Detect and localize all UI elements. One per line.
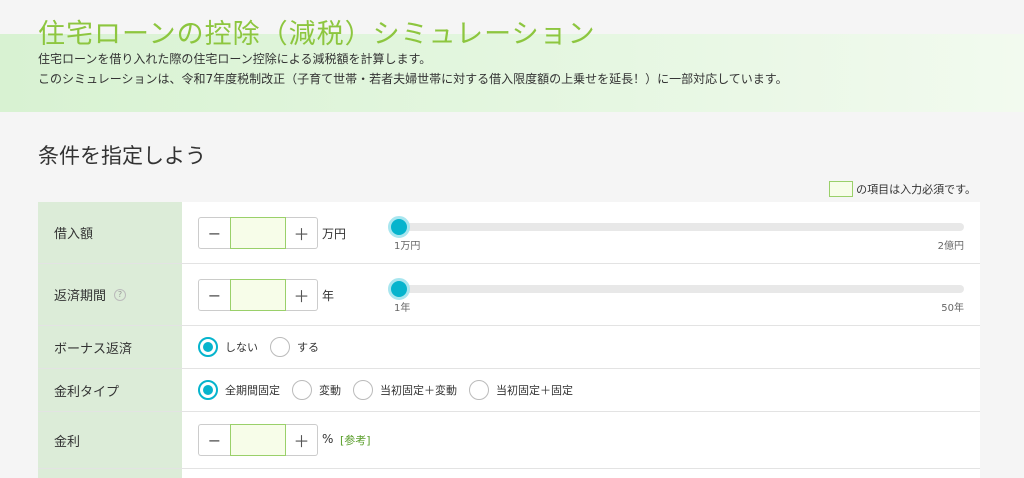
rate-type-option-initial-fixed-variable[interactable]: 当初固定＋変動 xyxy=(353,380,457,400)
loan-term-unit: 年 xyxy=(322,289,335,303)
rate-type-option-variable[interactable]: 変動 xyxy=(292,380,341,400)
interest-rate-unit: % xyxy=(322,432,334,446)
page-subtitle-2: このシミュレーションは、令和7年度税制改正（子育て世帯・若者夫婦世帯に対する借入… xyxy=(38,72,788,86)
radio-unchecked-icon[interactable] xyxy=(270,337,290,357)
bonus-radio-group: しない する xyxy=(198,337,331,357)
loan-amount-slider-knob[interactable] xyxy=(388,216,410,238)
rate-type-option-initial-fixed-fixed[interactable]: 当初固定＋固定 xyxy=(469,380,573,400)
loan-term-label: 返済期間 ? xyxy=(38,264,182,325)
bonus-option-none[interactable]: しない xyxy=(198,337,258,357)
loan-amount-slider-min: 1万円 xyxy=(394,241,421,252)
loan-term-stepper: − ＋ xyxy=(198,279,318,311)
radio-unchecked-icon[interactable] xyxy=(353,380,373,400)
radio-checked-icon[interactable] xyxy=(198,380,218,400)
interest-rate-label: 金利 xyxy=(38,412,182,468)
rate-type-label: 金利タイプ xyxy=(38,369,182,411)
loan-term-minus-button[interactable]: − xyxy=(198,279,230,311)
row-bonus: ボーナス返済 しない する xyxy=(38,326,980,369)
required-swatch xyxy=(829,181,854,197)
loan-amount-unit: 万円 xyxy=(322,227,347,241)
rate-type-radio-group: 全期間固定 変動 当初固定＋変動 当初固定＋固定 xyxy=(198,380,585,400)
row-next-partial xyxy=(38,469,980,478)
loan-term-slider-min: 1年 xyxy=(394,303,411,314)
interest-rate-minus-button[interactable]: − xyxy=(198,424,230,456)
loan-amount-slider-max: 2億円 xyxy=(937,241,964,252)
row-interest-rate: 金利 − ＋ % [参考] xyxy=(38,412,980,469)
loan-term-slider-max: 50年 xyxy=(941,303,964,314)
radio-checked-icon[interactable] xyxy=(198,337,218,357)
loan-amount-label: 借入額 xyxy=(38,202,182,263)
loan-amount-minus-button[interactable]: − xyxy=(198,217,230,249)
help-icon[interactable]: ? xyxy=(114,288,127,301)
section-title: 条件を指定しよう xyxy=(38,144,206,168)
next-row-label xyxy=(38,469,182,478)
radio-unchecked-icon[interactable] xyxy=(292,380,312,400)
interest-rate-stepper: − ＋ xyxy=(198,424,318,456)
rate-type-option-fixed[interactable]: 全期間固定 xyxy=(198,380,280,400)
condition-form: 借入額 − ＋ 万円 1万円 2億円 返済期間 ? − ＋ 年 1年 50年 ボ… xyxy=(38,202,980,478)
page-subtitle-1: 住宅ローンを借り入れた際の住宅ローン控除による減税額を計算します。 xyxy=(38,52,432,66)
loan-amount-stepper: − ＋ xyxy=(198,217,318,249)
radio-unchecked-icon[interactable] xyxy=(469,380,489,400)
row-loan-amount: 借入額 − ＋ 万円 1万円 2億円 xyxy=(38,202,980,264)
bonus-label: ボーナス返済 xyxy=(38,326,182,368)
interest-rate-input[interactable] xyxy=(230,424,286,456)
row-rate-type: 金利タイプ 全期間固定 変動 当初固定＋変動 当初固定＋固定 xyxy=(38,369,980,412)
loan-amount-slider-track[interactable] xyxy=(390,223,964,231)
loan-term-slider-track[interactable] xyxy=(390,285,964,293)
loan-term-slider-knob[interactable] xyxy=(388,278,410,300)
loan-term-input[interactable] xyxy=(230,279,286,311)
loan-amount-input[interactable] xyxy=(230,217,286,249)
required-note: の項目は入力必須です。 xyxy=(856,183,976,196)
required-legend: の項目は入力必須です。 xyxy=(829,181,976,197)
interest-rate-plus-button[interactable]: ＋ xyxy=(286,424,318,456)
row-loan-term: 返済期間 ? − ＋ 年 1年 50年 xyxy=(38,264,980,326)
bonus-option-yes[interactable]: する xyxy=(270,337,319,357)
loan-term-plus-button[interactable]: ＋ xyxy=(286,279,318,311)
interest-rate-reference-link[interactable]: [参考] xyxy=(340,432,371,448)
page-title: 住宅ローンの控除（減税）シミュレーション xyxy=(38,19,596,50)
loan-amount-plus-button[interactable]: ＋ xyxy=(286,217,318,249)
